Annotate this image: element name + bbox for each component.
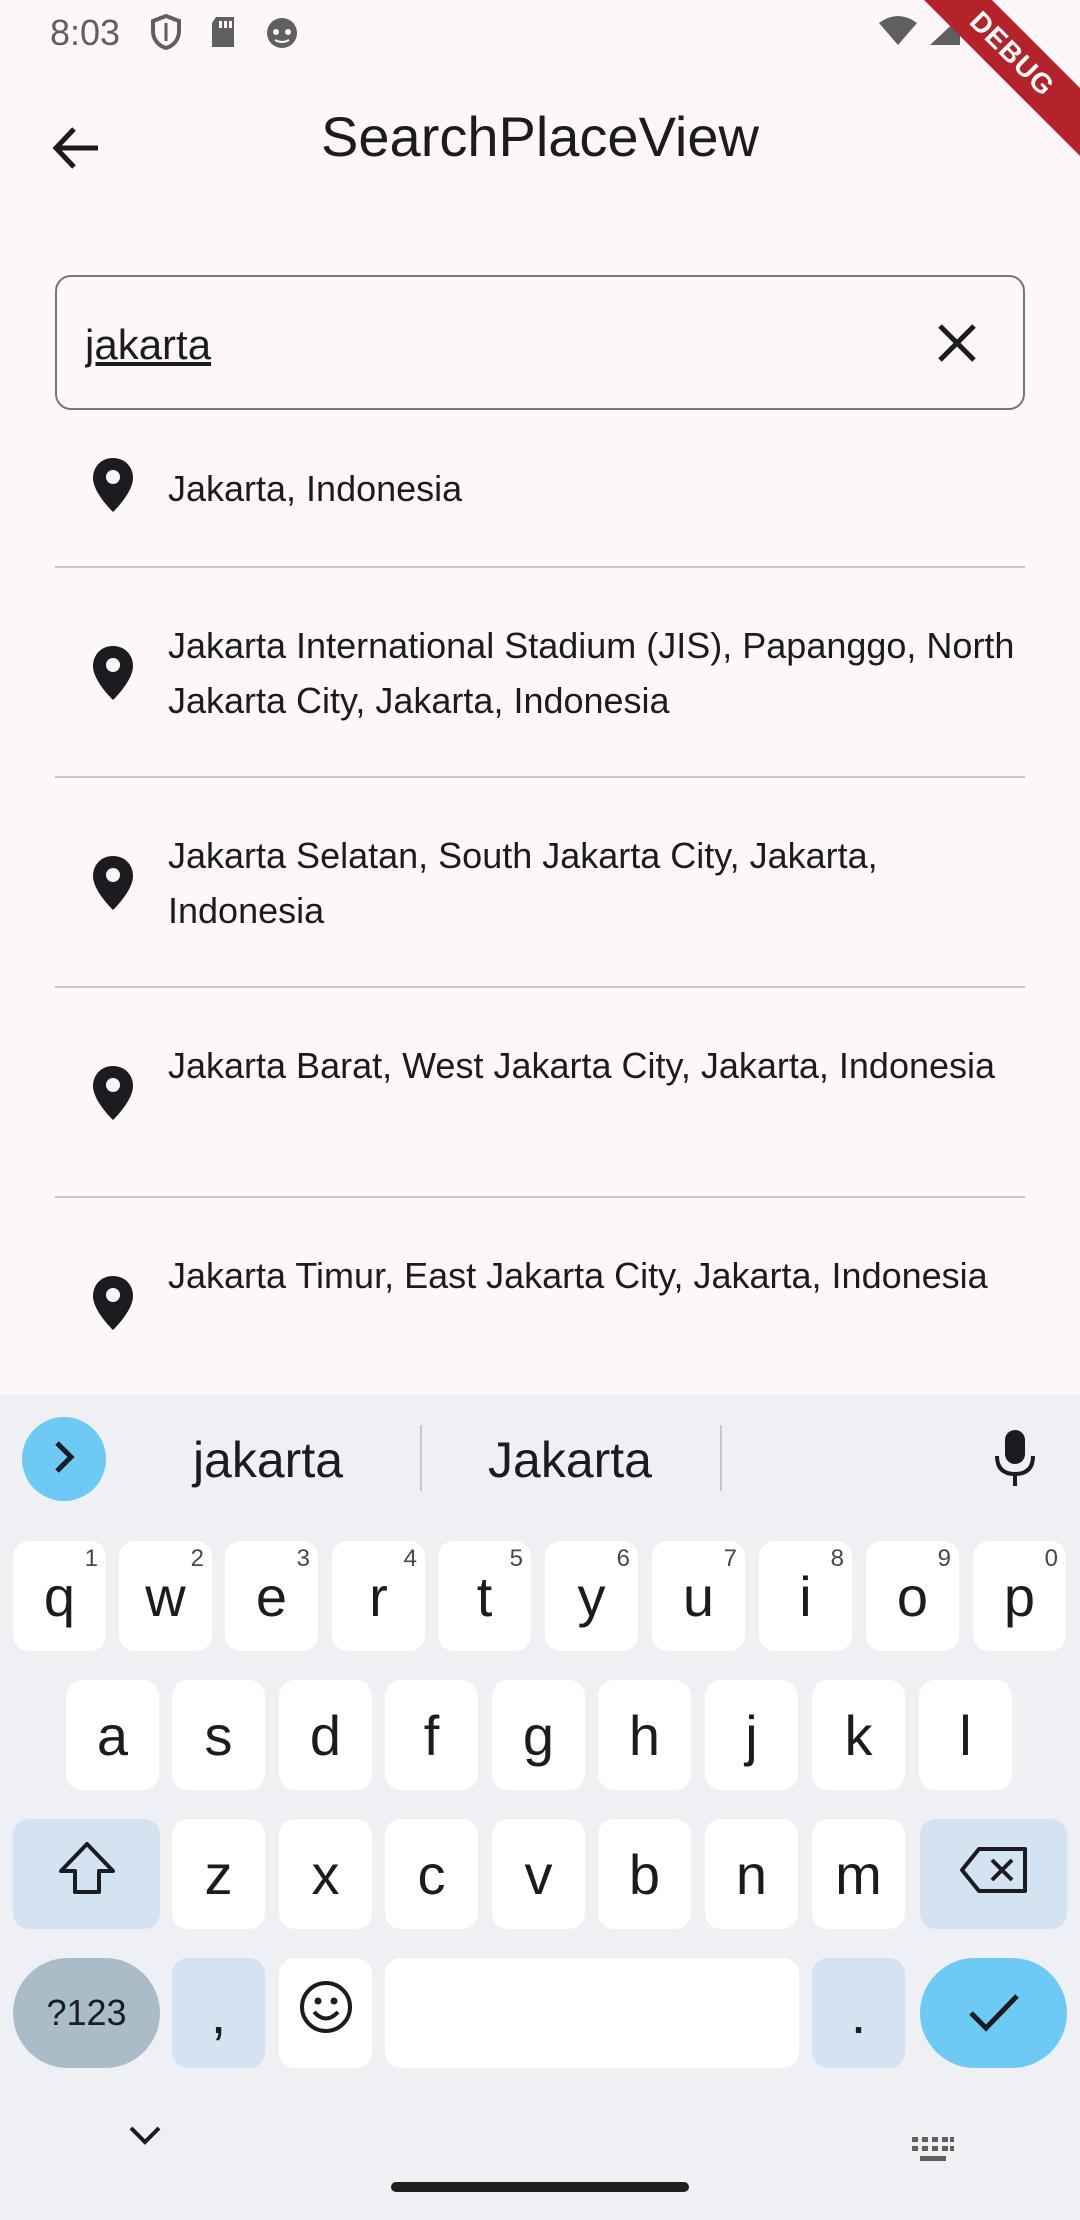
location-pin-icon [92, 1065, 134, 1121]
result-label: Jakarta Selatan, South Jakarta City, Jak… [168, 835, 878, 931]
expand-toolbar-button[interactable] [22, 1417, 106, 1501]
key-n[interactable]: n [705, 1819, 798, 1929]
emoji-key[interactable] [279, 1958, 372, 2068]
space-key[interactable] [385, 1958, 799, 2068]
key-x[interactable]: x [279, 1819, 372, 1929]
key-e[interactable]: e3 [225, 1541, 318, 1651]
key-t[interactable]: t5 [438, 1541, 531, 1651]
key-k[interactable]: k [812, 1680, 905, 1790]
microphone-icon [993, 1428, 1037, 1493]
backspace-icon [959, 1842, 1029, 1907]
wifi-icon [878, 15, 918, 52]
result-item[interactable]: Jakarta, Indonesia [55, 410, 1025, 568]
result-label: Jakarta Barat, West Jakarta City, Jakart… [168, 1045, 996, 1086]
key-r[interactable]: r4 [332, 1541, 425, 1651]
emoji-icon [298, 1979, 354, 2048]
key-y[interactable]: y6 [545, 1541, 638, 1651]
checkmark-icon [967, 1981, 1021, 2046]
key-w[interactable]: w2 [119, 1541, 212, 1651]
status-time: 8:03 [50, 12, 121, 53]
home-indicator[interactable] [391, 2182, 689, 2192]
microphone-button[interactable] [985, 1425, 1045, 1495]
suggestion-divider [720, 1425, 722, 1491]
android-debug-icon [264, 15, 300, 54]
key-u[interactable]: u7 [652, 1541, 745, 1651]
key-p[interactable]: p0 [973, 1541, 1066, 1651]
location-pin-icon [92, 855, 134, 911]
comma-key[interactable]: , [172, 1958, 265, 2068]
key-q[interactable]: q1 [13, 1541, 106, 1651]
sd-card-icon [208, 15, 238, 54]
status-bar: 8:03 [0, 0, 1080, 64]
key-g[interactable]: g [492, 1680, 585, 1790]
key-m[interactable]: m [812, 1819, 905, 1929]
keyboard-icon[interactable] [910, 2135, 956, 2168]
key-a[interactable]: a [66, 1680, 159, 1790]
shift-icon [58, 1841, 116, 1908]
shift-key[interactable] [13, 1819, 160, 1929]
suggestion-divider [420, 1425, 422, 1491]
status-icons-left [150, 13, 300, 55]
location-pin-icon [92, 645, 134, 701]
backspace-key[interactable] [920, 1819, 1067, 1929]
key-d[interactable]: d [279, 1680, 372, 1790]
result-label: Jakarta, Indonesia [168, 468, 463, 509]
result-item[interactable]: Jakarta Barat, West Jakarta City, Jakart… [55, 988, 1025, 1198]
chevron-down-icon[interactable] [128, 2125, 162, 2152]
soft-keyboard: jakarta Jakarta q1 w2 e3 r4 t5 y6 u7 i8 … [0, 1395, 1080, 2220]
suggestion-bar: jakarta Jakarta [0, 1395, 1080, 1520]
key-i[interactable]: i8 [759, 1541, 852, 1651]
search-input[interactable] [85, 315, 885, 375]
location-pin-icon [92, 457, 134, 513]
key-j[interactable]: j [705, 1680, 798, 1790]
enter-key[interactable] [920, 1958, 1067, 2068]
app-bar: SearchPlaceView [0, 64, 1080, 216]
key-s[interactable]: s [172, 1680, 265, 1790]
close-icon [937, 323, 977, 368]
symbols-key[interactable]: ?123 [13, 1958, 160, 2068]
result-item[interactable]: Jakarta International Stadium (JIS), Pap… [55, 568, 1025, 778]
key-o[interactable]: o9 [866, 1541, 959, 1651]
key-h[interactable]: h [598, 1680, 691, 1790]
result-label: Jakarta Timur, East Jakarta City, Jakart… [168, 1255, 988, 1296]
period-key[interactable]: . [812, 1958, 905, 2068]
shield-icon [150, 13, 182, 55]
results-list: Jakarta, Indonesia Jakarta International… [55, 410, 1025, 1390]
page-title: SearchPlaceView [321, 105, 759, 168]
suggestion-item[interactable]: Jakarta [430, 1431, 710, 1489]
chevron-right-icon [51, 1440, 77, 1479]
key-v[interactable]: v [492, 1819, 585, 1929]
result-item[interactable]: Jakarta Timur, East Jakarta City, Jakart… [55, 1198, 1025, 1390]
key-c[interactable]: c [385, 1819, 478, 1929]
suggestion-item[interactable]: jakarta [128, 1431, 408, 1489]
search-field [55, 275, 1025, 410]
key-f[interactable]: f [385, 1680, 478, 1790]
key-l[interactable]: l [919, 1680, 1012, 1790]
location-pin-icon [92, 1275, 134, 1331]
clear-button[interactable] [917, 305, 997, 385]
result-item[interactable]: Jakarta Selatan, South Jakarta City, Jak… [55, 778, 1025, 988]
key-z[interactable]: z [172, 1819, 265, 1929]
key-b[interactable]: b [598, 1819, 691, 1929]
result-label: Jakarta International Stadium (JIS), Pap… [168, 625, 1015, 721]
